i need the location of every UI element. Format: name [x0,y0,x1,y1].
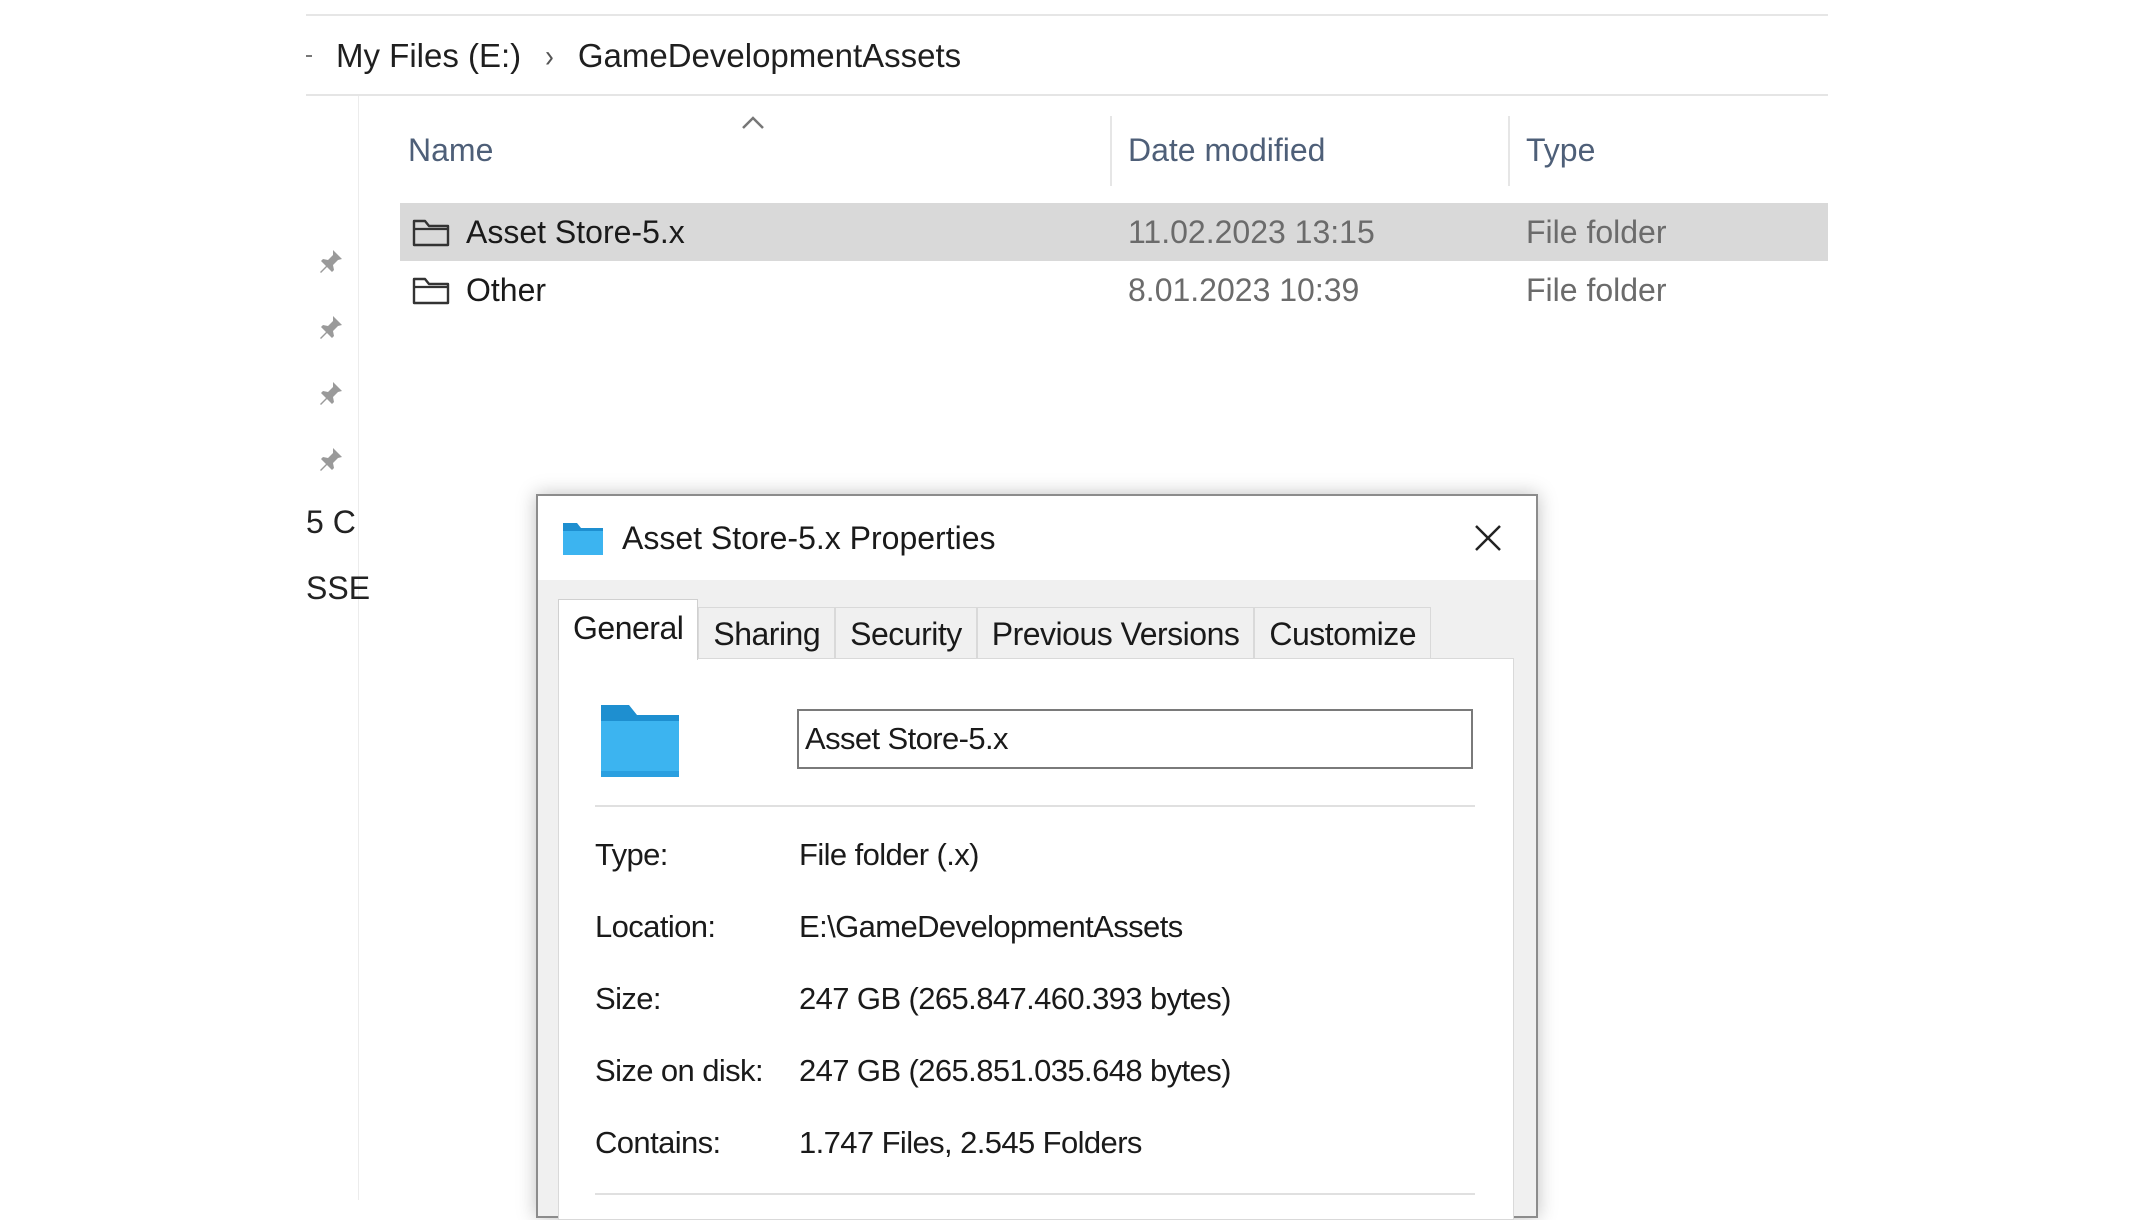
folder-icon [601,705,679,777]
chevron-right-icon[interactable]: › [545,37,554,74]
tab-sharing[interactable]: Sharing [698,607,836,660]
column-divider[interactable] [1508,116,1510,186]
tab-strip: General Sharing Security Previous Versio… [558,599,1432,660]
pin-icon[interactable] [316,444,346,474]
column-header-name[interactable]: Name [408,120,493,180]
top-divider [306,14,1828,16]
column-divider[interactable] [1110,116,1112,186]
divider [595,805,1475,807]
folder-name-field[interactable] [797,709,1473,769]
folder-icon [563,523,603,555]
file-row[interactable]: Asset Store-5.x 11.02.2023 13:15 File fo… [400,203,1828,261]
general-tab-panel: Type: File folder (.x) Location: E:\Game… [558,658,1514,1220]
sort-ascending-icon[interactable] [740,112,766,132]
dialog-title: Asset Store-5.x Properties [622,519,996,556]
type-label: Type: [595,837,668,872]
divider [595,1193,1475,1195]
breadcrumb-overflow-mark [306,55,312,57]
breadcrumb: My Files (E:) › GameDevelopmentAssets [306,18,1828,96]
file-name: Asset Store-5.x [466,213,685,250]
tab-customize[interactable]: Customize [1254,607,1432,660]
folder-outline-icon [412,277,450,305]
location-label: Location: [595,909,716,944]
column-header-type[interactable]: Type [1526,120,1595,180]
navigation-pane: 5 C SSE [306,96,370,1200]
file-type: File folder [1526,213,1667,250]
pin-icon[interactable] [316,378,346,408]
column-header-date[interactable]: Date modified [1128,120,1325,180]
contains-value: 1.747 Files, 2.545 Folders [799,1125,1142,1160]
file-date: 11.02.2023 13:15 [1128,213,1375,250]
folder-outline-icon [412,219,450,247]
breadcrumb-item-drive[interactable]: My Files (E:) [336,37,521,75]
pin-icon[interactable] [316,246,346,276]
properties-dialog: Asset Store-5.x Properties General Shari… [536,494,1538,1220]
nav-item-label[interactable]: 5 C [306,504,356,541]
tab-previous-versions[interactable]: Previous Versions [976,607,1255,660]
contains-label: Contains: [595,1125,721,1160]
file-date: 8.01.2023 10:39 [1128,271,1360,308]
size-on-disk-value: 247 GB (265.851.035.648 bytes) [799,1053,1231,1088]
tab-security[interactable]: Security [835,607,977,660]
tab-general[interactable]: General [558,599,699,660]
type-value: File folder (.x) [799,837,979,872]
size-on-disk-label: Size on disk: [595,1053,764,1088]
breadcrumb-item-folder[interactable]: GameDevelopmentAssets [578,37,961,75]
size-value: 247 GB (265.847.460.393 bytes) [799,981,1231,1016]
file-row[interactable]: Other 8.01.2023 10:39 File folder [400,261,1828,319]
close-icon[interactable] [1468,518,1508,558]
file-name: Other [466,271,547,308]
size-label: Size: [595,981,662,1016]
location-value: E:\GameDevelopmentAssets [799,909,1183,944]
file-type: File folder [1526,271,1667,308]
nav-item-label[interactable]: SSE [306,570,370,607]
pin-icon[interactable] [316,312,346,342]
dialog-titlebar[interactable]: Asset Store-5.x Properties [538,496,1536,580]
